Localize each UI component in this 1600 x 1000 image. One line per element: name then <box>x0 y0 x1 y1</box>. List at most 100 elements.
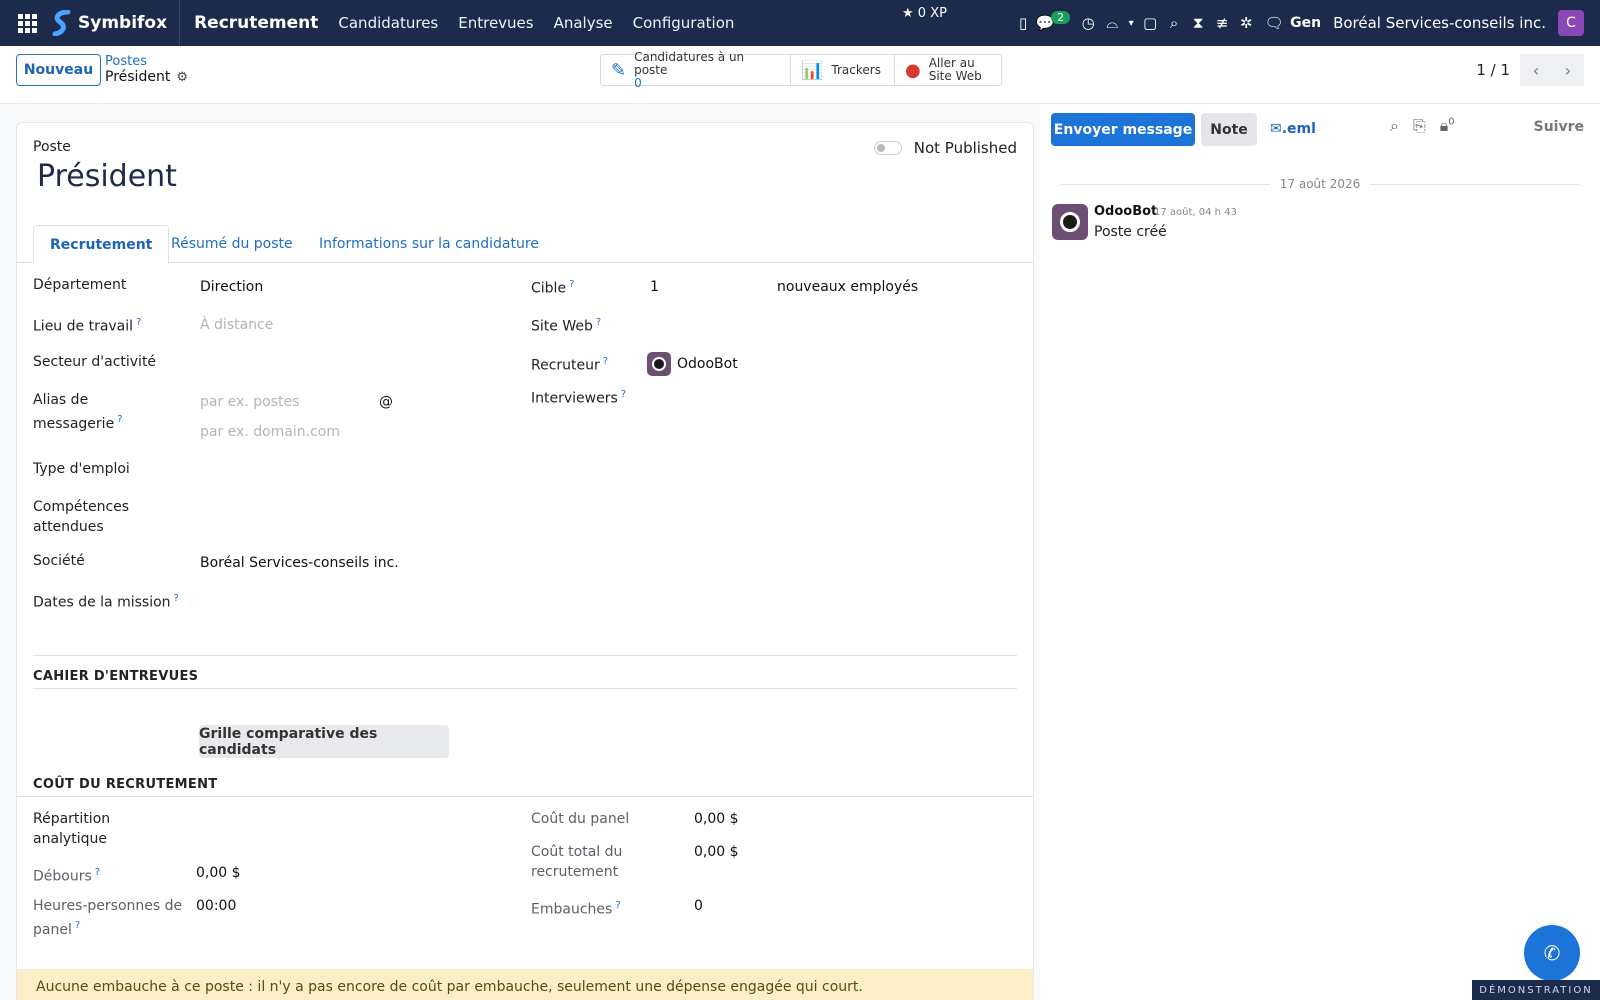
repartition-label: Répartition analytique <box>33 809 110 849</box>
pager: 1 / 1 ‹ › <box>1476 54 1584 86</box>
cout-total-label-line2: recrutement <box>531 864 619 880</box>
control-panel: Nouveau Postes Président ⚙ ✎ Candidature… <box>0 46 1600 104</box>
paperclip-icon[interactable]: ⎘ <box>1413 116 1426 136</box>
pencil-icon: ✎ <box>611 59 627 81</box>
pager-value[interactable]: 1 / 1 <box>1476 61 1510 79</box>
chevron-left-icon[interactable]: ‹ <box>1520 54 1552 86</box>
site-web-field[interactable] <box>650 313 990 333</box>
chevron-right-icon[interactable]: › <box>1552 54 1584 86</box>
tab-informations-candidature[interactable]: Informations sur la candidature <box>303 225 555 263</box>
help-icon[interactable]: ? <box>174 593 179 604</box>
alias-label-line2-text: messagerie <box>33 415 115 432</box>
phone-icon[interactable]: ▯ <box>1011 0 1035 46</box>
dates-field[interactable] <box>200 589 500 609</box>
clock-icon[interactable]: ◷ <box>1076 0 1100 46</box>
chatter-panel: Envoyer message Note ✉.eml ⌕ ⎘ 🔒︎0 Suivr… <box>1040 104 1600 1000</box>
repartition-label-line1: Répartition <box>33 811 111 827</box>
alias-label-line1: Alias de <box>33 392 89 408</box>
help-icon[interactable]: ? <box>615 900 620 911</box>
new-button[interactable]: Nouveau <box>16 54 101 86</box>
eml-button[interactable]: ✉.eml <box>1270 121 1316 137</box>
help-icon[interactable]: ? <box>621 389 626 400</box>
date-separator-label: 17 août 2026 <box>1279 177 1361 191</box>
help-icon[interactable]: ? <box>603 356 608 367</box>
help-icon[interactable]: ? <box>596 317 601 328</box>
help-icon[interactable]: ? <box>136 317 141 328</box>
send-message-button[interactable]: Envoyer message <box>1051 113 1195 146</box>
avatar <box>647 352 671 376</box>
breadcrumb-postes-link[interactable]: Postes <box>105 54 188 69</box>
inbox-icon[interactable]: ⌓ <box>1100 0 1124 46</box>
help-icon[interactable]: ? <box>95 867 100 878</box>
debours-field[interactable]: 0,00 $ <box>196 863 241 883</box>
applications-smart-button[interactable]: ✎ Candidatures à un poste 0 <box>601 51 791 89</box>
menu-entrevues[interactable]: Entrevues <box>458 14 533 32</box>
apps-menu-button[interactable] <box>8 0 46 46</box>
search-icon[interactable]: ⌕ <box>1390 116 1399 136</box>
help-icon[interactable]: ? <box>117 414 122 425</box>
comment-icon[interactable]: 🗨 <box>1262 0 1286 46</box>
phone-call-button[interactable]: ✆ <box>1524 925 1580 981</box>
alias-field[interactable]: par ex. postes <box>200 392 299 412</box>
secteur-field[interactable] <box>200 352 500 372</box>
chat-unread-badge: 2 <box>1051 10 1071 24</box>
follow-button[interactable]: Suivre <box>1534 119 1584 135</box>
globe-icon: ● <box>905 59 921 81</box>
toggle-switch[interactable] <box>873 141 902 155</box>
alias-label-line2: messagerie? <box>33 414 123 432</box>
menu-configuration[interactable]: Configuration <box>633 14 735 32</box>
recruteur-field[interactable]: OdooBot <box>647 352 738 376</box>
app-title[interactable]: Recrutement <box>194 13 318 33</box>
comparison-grid-button[interactable]: Grille comparative des candidats <box>199 725 449 758</box>
cout-panel-label: Coût du panel <box>531 811 630 827</box>
cout-total-label-line1: Coût total du <box>531 844 623 860</box>
tab-resume-du-poste[interactable]: Résumé du poste <box>155 225 309 263</box>
help-icon[interactable]: ? <box>75 920 80 931</box>
note-icon[interactable]: ▢ <box>1138 0 1162 46</box>
log-note-button[interactable]: Note <box>1201 113 1257 146</box>
avatar[interactable] <box>1052 204 1088 240</box>
message-body: Poste créé <box>1094 224 1167 240</box>
help-icon[interactable]: ? <box>569 279 574 290</box>
message-author[interactable]: OdooBot <box>1094 204 1157 219</box>
envelope-icon: ✉ <box>1270 121 1282 137</box>
company-switcher[interactable]: Boréal Services-conseils inc. <box>1333 14 1546 32</box>
gen-button[interactable]: Gen <box>1290 15 1321 31</box>
gear-icon[interactable]: ⚙ <box>176 70 188 85</box>
user-avatar[interactable]: C <box>1558 10 1584 36</box>
type-emploi-field[interactable] <box>200 459 500 479</box>
website-smart-text: Aller au Site Web <box>929 57 982 83</box>
sliders-icon[interactable]: ≢ <box>1210 0 1234 46</box>
bug-icon[interactable]: ✲ <box>1234 0 1258 46</box>
breadcrumb-current-label: Président <box>105 69 171 85</box>
competences-label-line1: Compétences <box>33 499 130 515</box>
heures-field[interactable]: 00:00 <box>196 896 236 916</box>
menu-analyse[interactable]: Analyse <box>554 14 613 32</box>
brand-logo[interactable]: Symbifox <box>52 0 181 46</box>
publish-toggle[interactable]: Not Published <box>873 139 1017 157</box>
menu-candidatures[interactable]: Candidatures <box>338 14 438 32</box>
job-title-field[interactable]: Président <box>37 159 177 194</box>
tab-recrutement[interactable]: Recrutement <box>33 225 170 264</box>
trackers-smart-button[interactable]: 📊 Trackers <box>791 55 895 85</box>
interviewers-field[interactable] <box>650 385 990 405</box>
followers-button[interactable]: 🔒︎0 <box>1440 116 1455 136</box>
caret-down-icon[interactable]: ▾ <box>1124 0 1138 46</box>
search-icon[interactable]: ⌕ <box>1162 0 1186 46</box>
societe-field[interactable]: Boréal Services-conseils inc. <box>200 553 399 573</box>
cost-section-title: COÛT DU RECRUTEMENT <box>33 777 218 792</box>
domain-field[interactable]: par ex. domain.com <box>200 422 340 442</box>
chat-icon[interactable]: 💬 <box>1035 0 1055 46</box>
lieu-field[interactable]: À distance <box>200 315 273 335</box>
hourglass-icon[interactable]: ⧗ <box>1186 0 1210 46</box>
smart-buttons: ✎ Candidatures à un poste 0 📊 Trackers ●… <box>600 51 1002 89</box>
divider <box>33 655 1017 656</box>
repartition-field[interactable] <box>196 809 496 829</box>
divider <box>17 796 1033 797</box>
departement-field[interactable]: Direction <box>200 277 263 297</box>
cible-field[interactable]: 1 <box>650 277 659 297</box>
competences-field[interactable] <box>200 497 500 517</box>
interview-section-title: CAHIER D'ENTREVUES <box>33 669 199 684</box>
go-to-website-smart-button[interactable]: ● Aller au Site Web <box>895 55 1001 85</box>
xp-counter[interactable]: ★ 0 XP <box>902 6 947 21</box>
